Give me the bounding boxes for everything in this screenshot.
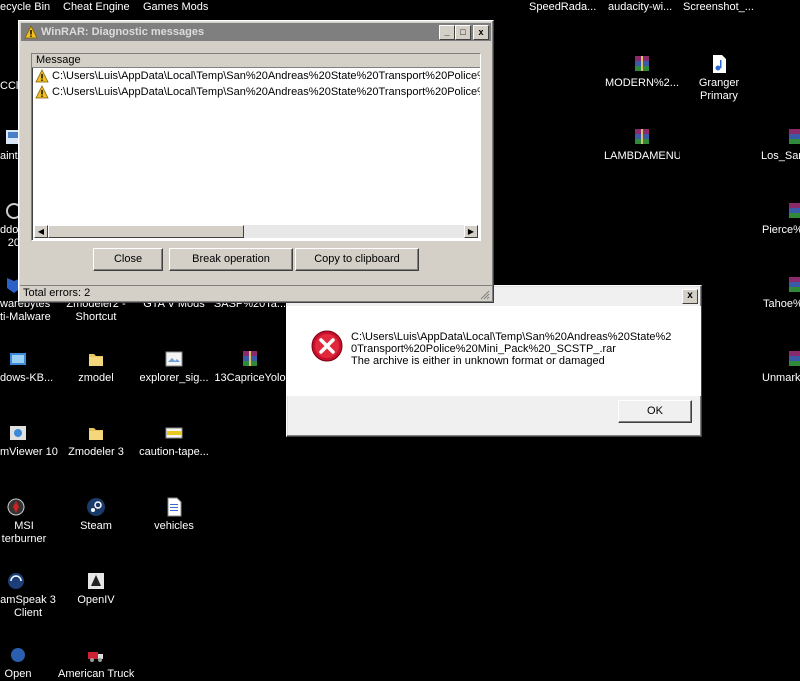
minimize-icon[interactable]: _ [439,25,455,40]
warning-icon [35,69,49,83]
teamspeak-icon [8,573,24,589]
desktop-icon-lambdamenu[interactable]: LAMBDAMENU [604,127,680,163]
desktop-icon-teamspeak[interactable]: amSpeak 3 Client [0,571,56,620]
winrar-archive-icon [635,129,649,144]
desktop-icon-open[interactable]: Open [0,645,36,681]
desktop-icon-ccleaner[interactable]: CCle [0,80,20,93]
openiv-icon [88,573,104,589]
winrar-archive-icon [789,129,800,144]
desktop-icon-tahoe[interactable]: Tahoe% [752,275,800,311]
warning-icon [24,25,38,39]
desktop-icon-windows-kb[interactable]: dows-KB... [0,349,60,385]
image-file-icon [165,351,183,367]
desktop-label-recycle-bin[interactable]: ecycle Bin [0,1,50,13]
desktop-label-games-mods[interactable]: Games Mods [143,1,208,13]
afterburner-icon [7,498,25,516]
error-message-line3: The archive is either in unknown format … [351,355,605,367]
scroll-left-icon[interactable]: ◀ [34,225,48,238]
desktop-icon-unmark[interactable]: Unmark [752,349,800,385]
column-header-message[interactable]: Message [32,54,480,68]
scrollbar-thumb[interactable] [48,225,244,238]
desktop-label-speedradar[interactable]: SpeedRada... [529,1,596,13]
messages-list[interactable]: Message C:\Users\Luis\AppData\Local\Temp… [31,53,481,241]
installer-icon [10,353,26,365]
close-icon[interactable]: x [682,289,698,304]
message-text: C:\Users\Luis\AppData\Local\Temp\San%20A… [52,70,480,82]
winrar-archive-icon [789,351,800,366]
desktop-icon-los-san[interactable]: Los_San [752,127,800,163]
desktop-label-audacity[interactable]: audacity-wi... [608,1,672,13]
scroll-right-icon[interactable]: ▶ [464,225,478,238]
total-errors-text: Total errors: 2 [23,287,91,299]
copy-to-clipboard-button[interactable]: Copy to clipboard [295,248,419,271]
desktop-icon-granger-primary[interactable]: Granger Primary [681,54,757,103]
desktop-icon-zmodel[interactable]: zmodel [58,349,134,385]
resize-grip-icon[interactable] [479,289,490,300]
error-message-line1: C:\Users\Luis\AppData\Local\Temp\San%20A… [351,331,672,343]
maximize-icon[interactable]: □ [455,25,471,40]
ok-button[interactable]: OK [618,400,692,423]
steam-icon [87,498,105,516]
list-item[interactable]: C:\Users\Luis\AppData\Local\Temp\San%20A… [32,68,480,84]
text-file-icon [167,497,182,517]
winrar-archive-icon [789,277,800,292]
desktop-icon-zmodeler3[interactable]: Zmodeler 3 [58,423,134,459]
desktop-icon-msi-afterburner[interactable]: MSI terburner [0,497,48,546]
desktop-icon-american-truck[interactable]: American Truck [58,645,134,681]
desktop-label-screenshot[interactable]: Screenshot_... [683,1,754,13]
break-operation-button[interactable]: Break operation [169,248,293,271]
desktop-icon-modern[interactable]: MODERN%2... [604,54,680,90]
desktop-icon-addon[interactable]: ddon 20 [0,201,22,250]
error-icon [311,330,343,362]
desktop-label-cheat-engine[interactable]: Cheat Engine [63,1,130,13]
winrar-archive-icon [243,351,257,366]
close-icon[interactable]: x [473,25,489,40]
image-file-icon [165,427,183,439]
error-dialog-body: C:\Users\Luis\AppData\Local\Temp\San%20A… [287,306,701,396]
desktop-icon-vehicles[interactable]: vehicles [136,497,212,533]
viewer-icon [10,426,26,440]
close-button[interactable]: Close [93,248,163,271]
list-item[interactable]: C:\Users\Luis\AppData\Local\Temp\San%20A… [32,84,480,100]
desktop-icon-caution-tape[interactable]: caution-tape... [136,423,212,459]
status-bar: Total errors: 2 [20,285,492,301]
audio-file-icon [713,55,726,73]
diagnostic-window: WinRAR: Diagnostic messages _ □ x Messag… [18,20,494,303]
message-text: C:\Users\Luis\AppData\Local\Temp\San%20A… [52,86,480,98]
desktop-icon-explorer-sig[interactable]: explorer_sig... [136,349,212,385]
error-message-line2: 0Transport%20Police%20Mini_Pack%20_SCSTP… [351,343,616,355]
winrar-archive-icon [635,56,649,71]
desktop-icon-steam[interactable]: Steam [58,497,134,533]
desktop-icon-paint[interactable]: ainte [0,127,20,163]
desktop-icon-openiv[interactable]: OpenIV [58,571,134,607]
desktop-icon-13caprice[interactable]: 13CapriceYolo [212,349,288,385]
winrar-archive-icon [789,203,800,218]
error-dialog: x C:\Users\Luis\AppData\Local\Temp\San%2… [286,285,702,437]
diagnostic-titlebar[interactable]: WinRAR: Diagnostic messages _ □ x [21,23,491,41]
open-app-icon [11,648,25,662]
folder-icon [89,354,103,366]
warning-icon [35,85,49,99]
horizontal-scrollbar[interactable]: ◀ ▶ [34,225,478,238]
desktop-icon-pierce[interactable]: Pierce% [752,201,800,237]
desktop-icon-mviewer[interactable]: mViewer 10 [0,423,60,459]
window-title: WinRAR: Diagnostic messages [41,26,205,38]
truck-icon [88,652,103,662]
folder-icon [89,428,103,440]
